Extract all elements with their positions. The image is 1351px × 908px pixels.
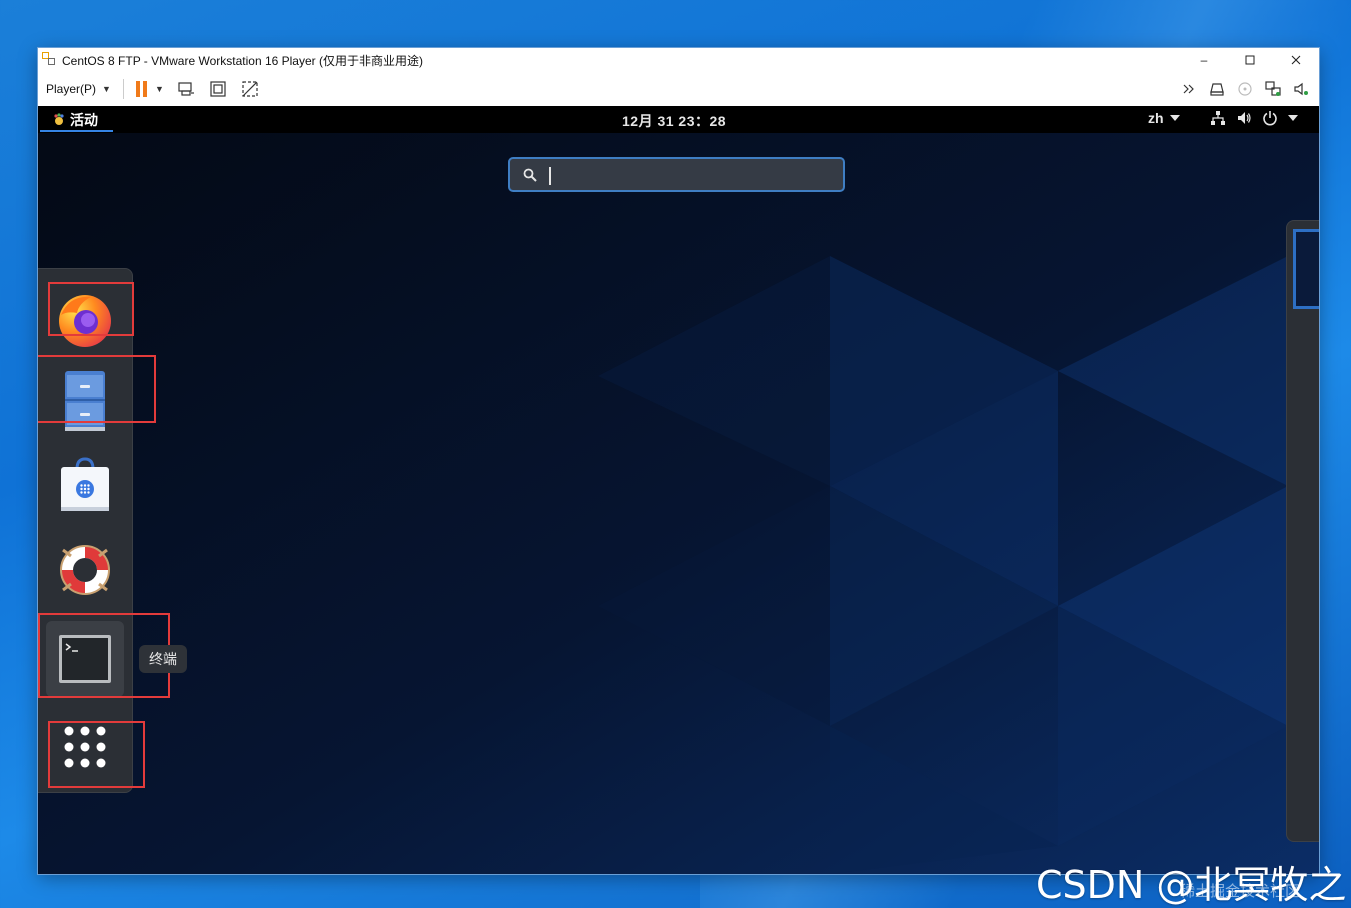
gnome-top-bar: 活动 12月 31 23：28 zh [38,106,1319,133]
maximize-button[interactable] [1227,48,1273,72]
chevron-down-icon: ▼ [102,84,111,94]
dash-item-terminal[interactable] [46,621,124,697]
file-cabinet-icon [65,371,105,431]
dash-item-files[interactable] [46,362,124,438]
network-icon [1211,111,1225,125]
input-method-menu[interactable]: zh [1148,110,1180,126]
activities-label: 活动 [70,112,98,128]
window-title: CentOS 8 FTP - VMware Workstation 16 Pla… [62,53,423,68]
close-icon [1291,55,1301,65]
language-label: zh [1148,110,1164,126]
activities-indicator [40,130,113,132]
power-icon [1263,111,1277,126]
close-button[interactable] [1273,48,1319,72]
gnome-foot-icon [54,113,64,125]
speaker-icon [1294,82,1308,96]
minimize-button[interactable]: – [1181,48,1227,72]
app-grid-icon [64,726,106,768]
clock[interactable]: 12月 31 23：28 [622,111,726,131]
fullscreen-button[interactable] [208,79,228,99]
search-icon [523,168,537,182]
dash-tooltip: 终端 [139,645,187,673]
dash-item-firefox[interactable] [46,281,124,357]
pause-button[interactable] [135,81,147,97]
workspace-thumbnail[interactable] [1293,229,1319,309]
show-applications-button[interactable] [46,709,124,785]
cd-drive-button[interactable] [1235,79,1255,99]
window-titlebar[interactable]: CentOS 8 FTP - VMware Workstation 16 Pla… [38,48,1319,72]
toolbar-divider [122,79,124,99]
text-cursor [549,167,551,185]
firefox-icon [59,295,111,347]
dash-item-help[interactable] [46,532,124,608]
unity-icon [242,81,258,97]
hard-disk-button[interactable] [1207,79,1227,99]
vmware-logo-icon [42,52,58,68]
maximize-icon [1245,55,1255,65]
chevron-down-icon [1169,115,1180,121]
watermark-sub: 稀土掘金技术社区 [1180,883,1301,900]
software-bag-icon [61,457,109,511]
guest-screen[interactable]: 活动 12月 31 23：28 zh 终端 [38,106,1319,874]
dash [38,268,133,793]
gnome-wallpaper [38,106,1319,874]
hard-disk-icon [1210,83,1224,96]
network-adapter-button[interactable] [1263,79,1283,99]
unity-button[interactable] [240,79,260,99]
chevron-down-icon [1288,115,1298,121]
cd-icon [1238,82,1252,96]
terminal-icon [59,635,111,683]
double-chevron-right-icon [1183,84,1194,94]
fullscreen-icon [210,81,226,97]
network-adapter-icon [1265,81,1281,96]
vmware-window: CentOS 8 FTP - VMware Workstation 16 Pla… [38,48,1319,874]
power-dropdown-chevron-icon[interactable]: ▼ [155,84,164,94]
keyboard-icon [178,82,194,96]
player-menu-label: Player(P) [46,82,97,96]
lifebuoy-icon [60,545,110,595]
search-input[interactable] [548,163,842,189]
more-devices-button[interactable] [1179,79,1199,99]
send-ctrl-alt-del-button[interactable] [176,79,196,99]
activities-button[interactable]: 活动 [50,109,100,131]
player-menu[interactable]: Player(P) ▼ [46,82,111,96]
system-menu[interactable] [1210,110,1298,126]
vmware-toolbar: Player(P) ▼ ▼ [38,72,1319,107]
dash-item-software[interactable] [46,447,124,523]
volume-icon [1238,112,1251,124]
device-tray [1179,79,1311,99]
window-controls: – [1181,48,1319,72]
overview-search-box[interactable] [508,157,845,192]
workspace-switcher [1286,220,1319,842]
sound-card-button[interactable] [1291,79,1311,99]
